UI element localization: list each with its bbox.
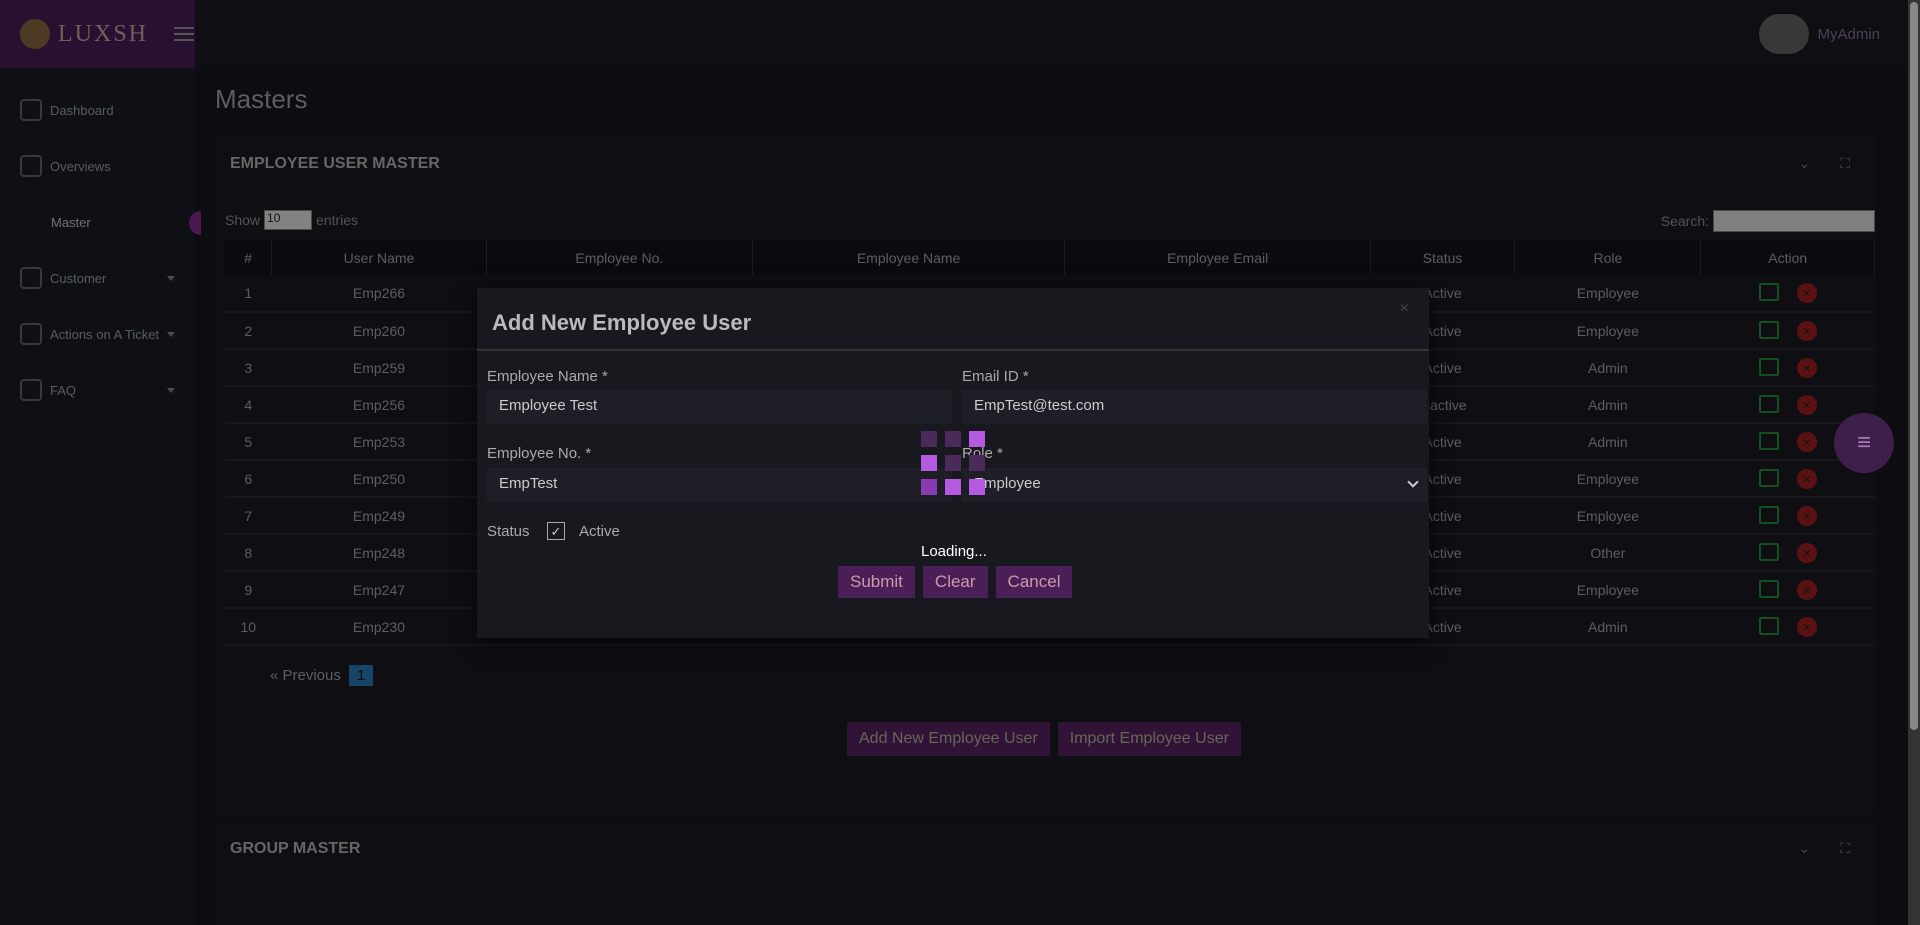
employee-name-input[interactable]: Employee Test <box>487 390 952 424</box>
modal-header: Add New Employee User × <box>477 288 1429 351</box>
email-label: Email ID * <box>962 368 1029 385</box>
active-checkbox[interactable]: ✓ <box>547 522 565 540</box>
loading-text: Loading... <box>921 543 987 560</box>
status-label: Status <box>487 523 530 540</box>
modal-title: Add New Employee User <box>492 310 752 335</box>
employee-no-input[interactable]: EmpTest <box>487 468 952 502</box>
loading-spinner <box>921 431 986 496</box>
role-select[interactable]: Employee <box>962 468 1427 502</box>
menu-icon: ≡ <box>1856 429 1871 456</box>
cancel-button[interactable]: Cancel <box>995 566 1073 598</box>
employee-no-label: Employee No. * <box>487 445 592 462</box>
submit-button[interactable]: Submit <box>838 566 915 598</box>
clear-button[interactable]: Clear <box>922 566 988 598</box>
email-input[interactable]: EmpTest@test.com <box>962 390 1427 424</box>
floating-menu-button[interactable]: ≡ <box>1834 413 1894 473</box>
employee-name-label: Employee Name * <box>487 368 608 385</box>
chevron-down-icon <box>1407 476 1419 488</box>
close-icon[interactable]: × <box>1400 300 1409 318</box>
scroll-thumb[interactable] <box>1910 2 1918 730</box>
scrollbar[interactable] <box>1908 0 1920 925</box>
modal-actions: Submit Clear Cancel <box>838 566 1073 598</box>
active-label: Active <box>579 523 620 540</box>
